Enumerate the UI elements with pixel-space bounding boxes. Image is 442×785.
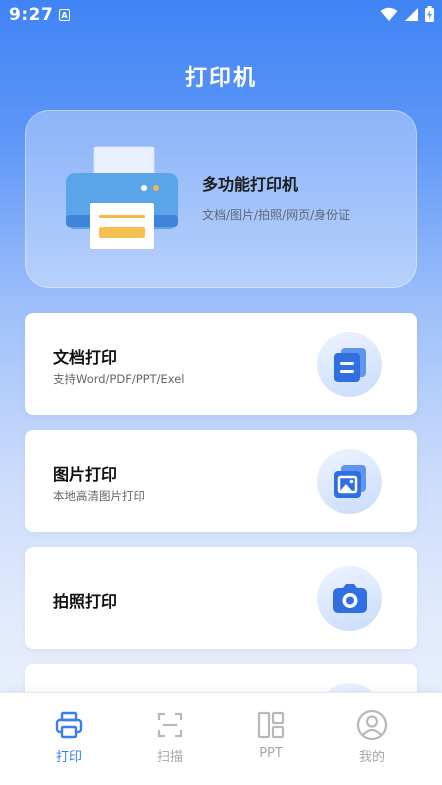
wifi-icon [380, 7, 398, 21]
tab-label: PPT [259, 746, 283, 761]
image-stack-icon [317, 449, 382, 514]
document-print-card[interactable]: 文档打印 支持Word/PDF/PPT/Exel [25, 313, 417, 415]
bottom-tab-bar: 打印 扫描 PPT 我的 [0, 692, 442, 785]
signal-icon [405, 7, 418, 21]
camera-icon [317, 566, 382, 631]
tab-scan[interactable]: 扫描 [115, 693, 225, 785]
printer-illustration-icon [66, 146, 178, 249]
scan-icon [157, 712, 183, 738]
card-title: 拍照打印 [53, 592, 118, 611]
image-print-card[interactable]: 图片打印 本地高清图片打印 [25, 430, 417, 532]
printer-icon [55, 711, 83, 739]
battery-icon [425, 6, 434, 22]
card-subtitle: 支持Word/PDF/PPT/Exel [53, 372, 185, 386]
layout-icon [257, 711, 285, 739]
hero-subtitle: 文档/图片/拍照/网页/身份证 [202, 208, 351, 222]
tab-label: 扫描 [156, 750, 183, 765]
tab-ppt[interactable]: PPT [216, 693, 326, 785]
user-icon [356, 709, 388, 741]
tab-print[interactable]: 打印 [14, 693, 124, 785]
notification-icon: A [59, 9, 70, 21]
tab-label: 我的 [358, 750, 385, 765]
tab-mine[interactable]: 我的 [317, 693, 427, 785]
tab-label: 打印 [55, 750, 82, 765]
hero-title: 多功能打印机 [202, 175, 299, 194]
card-title: 图片打印 [53, 465, 118, 484]
status-icons [380, 6, 434, 22]
status-bar: 9:27 A [0, 0, 442, 30]
hero-card: 多功能打印机 文档/图片/拍照/网页/身份证 [25, 110, 417, 288]
card-subtitle: 本地高清图片打印 [53, 489, 145, 503]
status-time: 9:27 [9, 5, 54, 25]
page-title: 打印机 [184, 66, 257, 91]
card-title: 文档打印 [53, 348, 118, 367]
document-stack-icon [317, 332, 382, 397]
photo-print-card[interactable]: 拍照打印 [25, 547, 417, 649]
